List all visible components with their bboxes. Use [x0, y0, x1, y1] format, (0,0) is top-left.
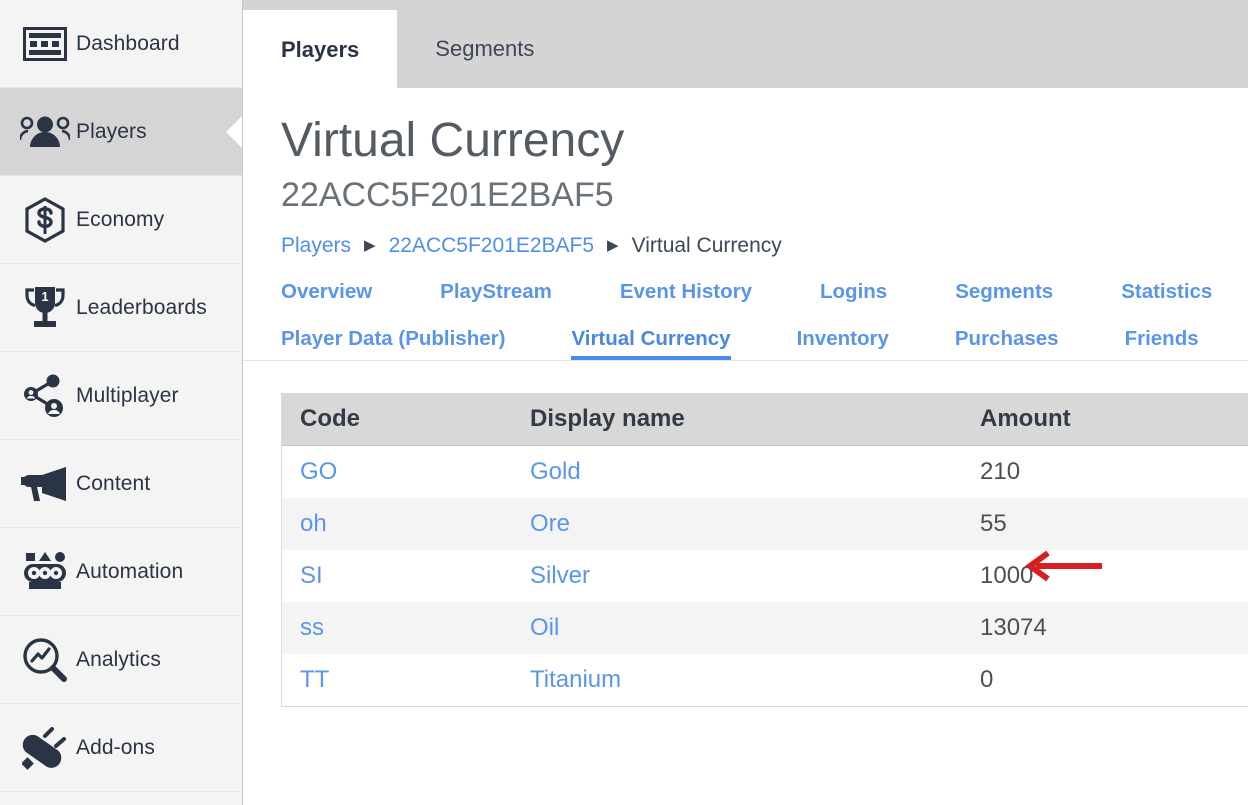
subnav-link-overview[interactable]: Overview [281, 280, 372, 313]
leaderboards-icon: 1 [14, 285, 76, 331]
top-tab-strip: Players Segments [243, 0, 1248, 88]
cell-code[interactable]: TT [282, 654, 512, 706]
sidebar-item-leaderboards[interactable]: 1 Leaderboards [0, 264, 242, 352]
breadcrumb-item-current: Virtual Currency [632, 234, 782, 258]
cell-amount: 1000 [962, 550, 1248, 602]
sidebar-item-economy[interactable]: Economy [0, 176, 242, 264]
sidebar-item-players[interactable]: Players [0, 88, 242, 176]
cell-display-name[interactable]: Ore [512, 498, 962, 550]
economy-icon [14, 197, 76, 243]
sidebar-item-label: Players [76, 120, 147, 144]
subnav-link-logins[interactable]: Logins [820, 280, 887, 313]
column-header-code[interactable]: Code [282, 394, 512, 446]
dashboard-icon [14, 27, 76, 61]
cell-code[interactable]: GO [282, 446, 512, 499]
table-header-row: Code Display name Amount [282, 394, 1248, 446]
sidebar-item-label: Content [76, 472, 150, 496]
column-header-amount[interactable]: Amount [962, 394, 1248, 446]
sidebar-item-automation[interactable]: Automation [0, 528, 242, 616]
active-indicator-arrow [226, 115, 243, 149]
subnav-link-player-data-publisher[interactable]: Player Data (Publisher) [281, 327, 505, 360]
sidebar-item-label: Multiplayer [76, 384, 179, 408]
cell-amount: 13074 [962, 602, 1248, 654]
table-head: Code Display name Amount [282, 394, 1248, 446]
sidebar-item-label: Leaderboards [76, 296, 207, 320]
cell-code[interactable]: ss [282, 602, 512, 654]
sidebar-item-label: Dashboard [76, 32, 180, 56]
players-icon [14, 116, 76, 148]
table-row[interactable]: SI Silver 1000 [282, 550, 1248, 602]
cell-code[interactable]: SI [282, 550, 512, 602]
tab-players[interactable]: Players [243, 10, 397, 88]
sidebar-item-addons[interactable]: Add-ons [0, 704, 242, 792]
subnav-divider [243, 360, 1248, 361]
tab-label: Segments [435, 36, 534, 62]
sidebar-item-label: Automation [76, 560, 183, 584]
breadcrumb-item-player-id[interactable]: 22ACC5F201E2BAF5 [389, 234, 594, 258]
sidebar-item-label: Economy [76, 208, 164, 232]
virtual-currency-table: Code Display name Amount GO Gold 210 oh [282, 394, 1248, 706]
table-row[interactable]: oh Ore 55 [282, 498, 1248, 550]
cell-display-name[interactable]: Silver [512, 550, 962, 602]
table-row[interactable]: TT Titanium 0 [282, 654, 1248, 706]
virtual-currency-table-container: Code Display name Amount GO Gold 210 oh [281, 393, 1248, 707]
cell-amount: 0 [962, 654, 1248, 706]
sidebar-item-multiplayer[interactable]: Multiplayer [0, 352, 242, 440]
cell-display-name[interactable]: Gold [512, 446, 962, 499]
sidebar-item-label: Add-ons [76, 736, 155, 760]
automation-icon [14, 550, 76, 594]
table-row[interactable]: GO Gold 210 [282, 446, 1248, 499]
content-panel: Virtual Currency 22ACC5F201E2BAF5 Player… [243, 116, 1248, 805]
subnav-link-virtual-currency[interactable]: Virtual Currency [571, 327, 730, 360]
cell-amount: 210 [962, 446, 1248, 499]
subnav-link-statistics[interactable]: Statistics [1121, 280, 1212, 313]
multiplayer-icon [14, 374, 76, 418]
breadcrumb-separator-icon: ▶ [594, 238, 632, 253]
cell-display-name[interactable]: Titanium [512, 654, 962, 706]
table-row[interactable]: ss Oil 13074 [282, 602, 1248, 654]
main-content: Players Segments Virtual Currency 22ACC5… [243, 0, 1248, 805]
sidebar-item-analytics[interactable]: Analytics [0, 616, 242, 704]
analytics-icon [14, 637, 76, 683]
cell-amount: 55 [962, 498, 1248, 550]
breadcrumb-separator-icon: ▶ [351, 238, 389, 253]
page-title: Virtual Currency [281, 116, 1248, 166]
subnav-link-friends[interactable]: Friends [1125, 327, 1199, 360]
sidebar: Dashboard Players [0, 0, 243, 805]
content-icon [14, 465, 76, 503]
subnav-link-purchases[interactable]: Purchases [955, 327, 1059, 360]
cell-display-name[interactable]: Oil [512, 602, 962, 654]
app-root: Dashboard Players [0, 0, 1248, 805]
page-subtitle: 22ACC5F201E2BAF5 [281, 178, 1248, 214]
subnav-link-playstream[interactable]: PlayStream [440, 280, 552, 313]
breadcrumb-item-players[interactable]: Players [281, 234, 351, 258]
addons-icon [14, 725, 76, 771]
sidebar-item-content[interactable]: Content [0, 440, 242, 528]
sidebar-item-dashboard[interactable]: Dashboard [0, 0, 242, 88]
breadcrumb: Players ▶ 22ACC5F201E2BAF5 ▶ Virtual Cur… [281, 234, 1248, 258]
subnav-link-event-history[interactable]: Event History [620, 280, 752, 313]
subnav-link-segments[interactable]: Segments [955, 280, 1053, 313]
sidebar-item-label: Analytics [76, 648, 161, 672]
tab-label: Players [281, 37, 359, 63]
cell-code[interactable]: oh [282, 498, 512, 550]
subnav-row-secondary: Player Data (Publisher) Virtual Currency… [281, 327, 1248, 360]
subnav-row-primary: Overview PlayStream Event History Logins… [281, 280, 1248, 313]
subnav-link-inventory[interactable]: Inventory [797, 327, 889, 360]
svg-text:1: 1 [41, 289, 48, 304]
column-header-display-name[interactable]: Display name [512, 394, 962, 446]
tab-segments[interactable]: Segments [397, 10, 572, 88]
table-body: GO Gold 210 oh Ore 55 SI Silver 1000 [282, 446, 1248, 707]
